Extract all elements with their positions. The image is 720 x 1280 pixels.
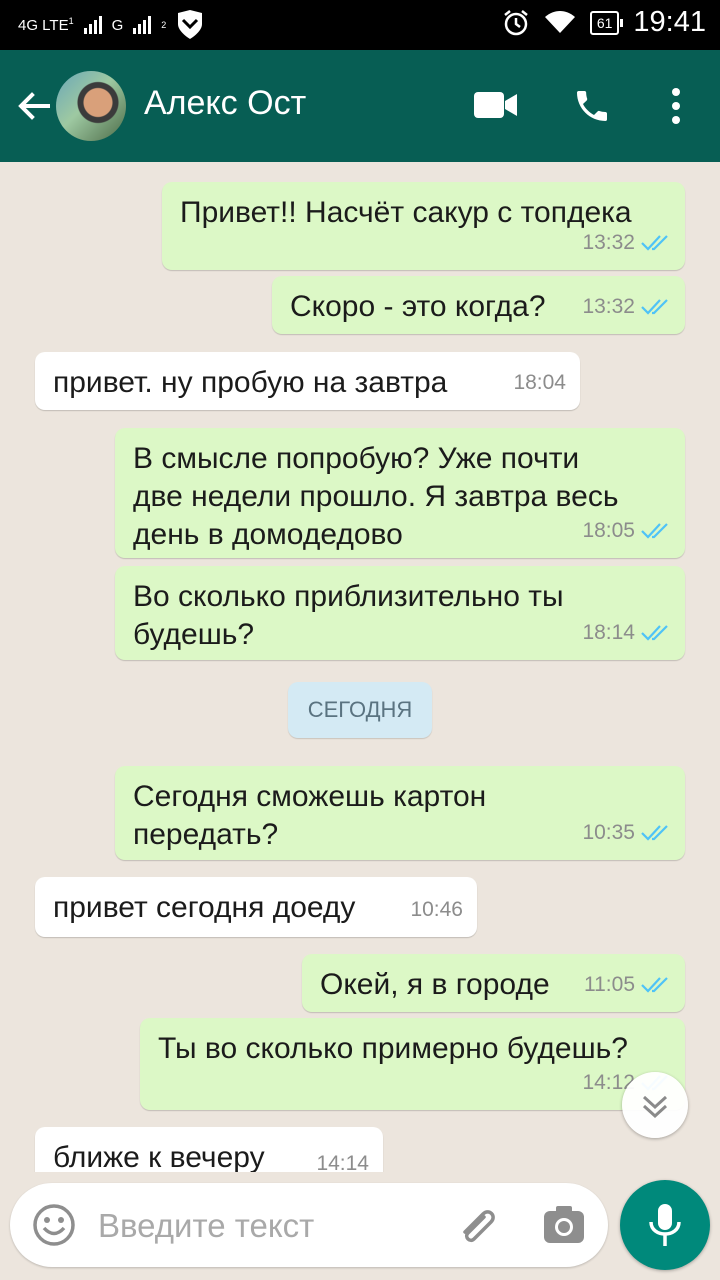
double-check-icon [641,523,668,539]
message-time: 11:05 [584,973,635,996]
message-time: 14:14 [316,1152,369,1172]
shield-icon [178,10,203,39]
message-text: В смысле попробую? Уже почти две недели … [133,442,619,551]
scroll-to-bottom-button[interactable] [622,1072,688,1138]
message-bubble[interactable]: привет сегодня доеду 10:46 [35,877,477,937]
double-check-icon [641,235,668,251]
battery-icon: 61 [589,10,623,35]
alarm-icon [504,9,528,35]
avatar[interactable] [56,71,126,141]
message-time: 18:04 [513,371,566,394]
status-left: 4G LTE1 G 2 [18,10,204,40]
message-text: Ты во сколько примерно будешь? [158,1032,628,1065]
double-check-icon [641,625,668,641]
message-bubble[interactable]: Привет!! Насчёт сакур с топдека 13:32 [162,182,685,270]
more-vert-icon[interactable] [664,86,688,126]
message-text: Сегодня сможешь картон передать? [133,780,487,851]
message-meta: 18:14 [582,614,671,652]
mic-button[interactable] [620,1180,710,1270]
message-text: ближе к вечеру [53,1141,265,1172]
wifi-icon [544,10,575,33]
message-meta: 18:05 [582,512,671,550]
message-time: 10:35 [582,821,635,844]
message-time: 18:14 [582,621,635,644]
chat-area[interactable]: Привет!! Насчёт сакур с топдека 13:32 Ск… [0,162,720,1172]
message-bubble[interactable]: В смысле попробую? Уже почти две недели … [115,428,685,558]
paperclip-icon[interactable] [454,1203,498,1247]
message-time: 18:05 [582,519,635,542]
message-meta: 10:46 [410,891,463,929]
message-meta: 14:14 [316,1145,369,1172]
message-composer [10,1183,608,1267]
status-bar: 4G LTE1 G 2 61 19:41 [0,0,720,50]
message-text: Окей, я в городе [320,968,550,1001]
message-meta: 11:05 [584,966,671,1004]
message-bubble[interactable]: Скоро - это когда? 13:32 [272,276,685,334]
network-type-1: 4G LTE1 [18,16,74,34]
double-check-icon [641,299,668,315]
status-right: 61 19:41 [502,6,706,39]
message-meta: 13:32 [582,224,671,262]
phone-icon[interactable] [572,86,612,126]
message-bubble[interactable]: Сегодня сможешь картон передать? 10:35 [115,766,685,860]
message-text: привет. ну пробую на завтра [53,366,448,399]
message-meta: 13:32 [582,288,671,326]
camera-icon[interactable] [542,1203,586,1247]
mic-icon [649,1204,681,1246]
chat-header: Алекс Ост [0,50,720,162]
message-input[interactable] [96,1201,430,1251]
contact-name[interactable]: Алекс Ост [144,84,306,123]
message-bubble[interactable]: Ты во сколько примерно будешь? 14:12 [140,1018,685,1110]
message-text: Во сколько приблизительно ты будешь? [133,580,564,651]
message-bubble[interactable]: Во сколько приблизительно ты будешь? 18:… [115,566,685,660]
message-time: 10:46 [410,898,463,921]
double-check-icon [641,977,668,993]
network-type-2: G [111,16,124,34]
video-call-icon[interactable] [474,90,518,120]
message-meta: 10:35 [582,814,671,852]
message-bubble[interactable]: ближе к вечеру 14:14 [35,1127,383,1172]
clock: 19:41 [633,6,706,38]
message-text: привет сегодня доеду [53,891,356,924]
emoji-icon[interactable] [32,1203,76,1247]
message-text: Скоро - это когда? [290,290,546,323]
message-bubble[interactable]: Окей, я в городе 11:05 [302,954,685,1012]
message-meta: 18:04 [513,364,566,402]
chevron-down-icon [642,1095,668,1119]
double-check-icon [641,825,668,841]
back-arrow-icon[interactable] [14,86,54,126]
message-text: Привет!! Насчёт сакур с топдека [180,196,632,229]
message-time: 13:32 [582,295,635,318]
sim-indicator: 2 [161,20,167,30]
message-bubble[interactable]: привет. ну пробую на завтра 18:04 [35,352,580,410]
signal-icon [83,16,102,34]
message-time: 13:32 [582,231,635,254]
date-divider: СЕГОДНЯ [288,682,432,738]
signal-icon-2 [133,16,152,34]
